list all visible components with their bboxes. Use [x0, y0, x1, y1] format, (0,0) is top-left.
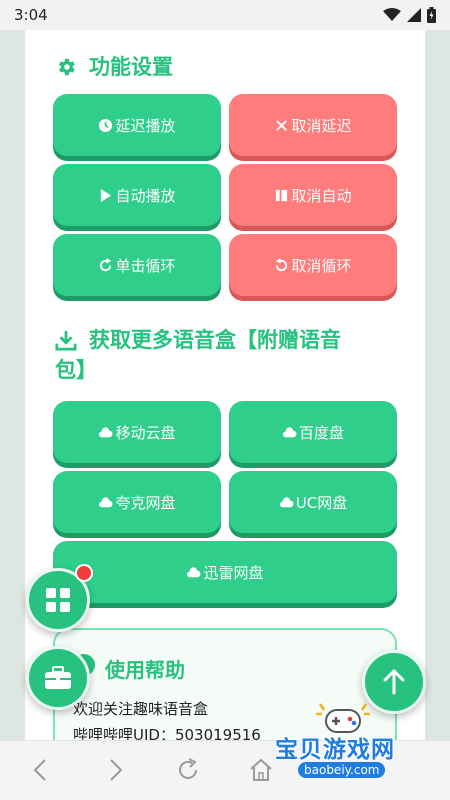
status-bar: 3:04	[0, 0, 450, 30]
download-icon	[55, 330, 77, 351]
cancel-loop-label: 取消循环	[291, 256, 352, 275]
play-icon	[101, 188, 112, 202]
delay-play-button[interactable]: 延迟播放	[53, 94, 221, 156]
pause-icon	[276, 189, 288, 201]
cloud-icon	[282, 426, 297, 437]
right-margin	[425, 30, 450, 740]
grid-icon	[46, 588, 70, 612]
cloud-icon	[99, 426, 114, 437]
gear-icon	[59, 58, 75, 76]
cancel-auto-label: 取消自动	[291, 186, 352, 205]
baidu-disk-label: 百度盘	[298, 423, 344, 442]
signal-icon	[407, 8, 421, 22]
cancel-delay-label: 取消延迟	[291, 116, 352, 135]
cancel-loop-button[interactable]: 取消循环	[229, 234, 397, 296]
uc-disk-label: UC网盘	[295, 493, 348, 512]
redo-icon	[100, 257, 112, 271]
quark-disk-button[interactable]: 夸克网盘	[53, 471, 221, 533]
download-section-title: 获取更多语音盒【附赠语音 包】	[55, 325, 385, 385]
cancel-auto-button[interactable]: 取消自动	[229, 164, 397, 226]
clock-icon	[99, 118, 113, 132]
quark-disk-label: 夸克网盘	[115, 493, 176, 512]
uc-disk-button[interactable]: UC网盘	[229, 471, 397, 533]
download-title-line1: 获取更多语音盒【附赠语音	[89, 328, 341, 352]
left-margin	[0, 30, 25, 740]
xunlei-disk-label: 迅雷网盘	[203, 563, 264, 582]
page-content: 功能设置 延迟播放 取消延迟 自动播放 取消自动 单击循环 取消循环 获取更多语…	[25, 30, 425, 740]
back-icon[interactable]	[28, 757, 54, 783]
refresh-icon[interactable]	[175, 757, 201, 783]
download-title-line2: 包】	[55, 358, 97, 382]
battery-icon	[427, 7, 436, 23]
mobile-cloud-button[interactable]: 移动云盘	[53, 401, 221, 463]
watermark-url: baobeiy.com	[298, 762, 386, 778]
cloud-icon	[279, 496, 294, 507]
help-line-1: 欢迎关注趣味语音盒	[73, 700, 209, 718]
toolbox-button[interactable]	[26, 646, 90, 710]
help-title: 使用帮助	[105, 658, 185, 682]
xunlei-disk-button[interactable]: 迅雷网盘	[53, 541, 397, 603]
baidu-disk-button[interactable]: 百度盘	[229, 401, 397, 463]
watermark-text: 宝贝游戏网	[275, 737, 395, 763]
single-loop-label: 单击循环	[115, 256, 176, 275]
settings-section-title: 功能设置	[55, 52, 173, 82]
undo-icon	[276, 257, 288, 271]
close-icon	[276, 119, 288, 131]
cancel-delay-button[interactable]: 取消延迟	[229, 94, 397, 156]
mobile-cloud-label: 移动云盘	[115, 423, 176, 442]
auto-play-button[interactable]: 自动播放	[53, 164, 221, 226]
delay-play-label: 延迟播放	[115, 116, 176, 135]
wifi-icon	[383, 8, 401, 21]
status-time: 3:04	[14, 6, 48, 24]
forward-icon[interactable]	[102, 757, 128, 783]
settings-title-text: 功能设置	[89, 55, 173, 79]
cloud-icon	[99, 496, 114, 507]
toolbox-icon	[45, 666, 71, 689]
notification-badge	[75, 564, 93, 582]
single-loop-button[interactable]: 单击循环	[53, 234, 221, 296]
auto-play-label: 自动播放	[115, 186, 176, 205]
cloud-icon	[187, 566, 202, 577]
home-icon[interactable]	[248, 757, 274, 783]
arrow-up-icon	[383, 669, 405, 695]
